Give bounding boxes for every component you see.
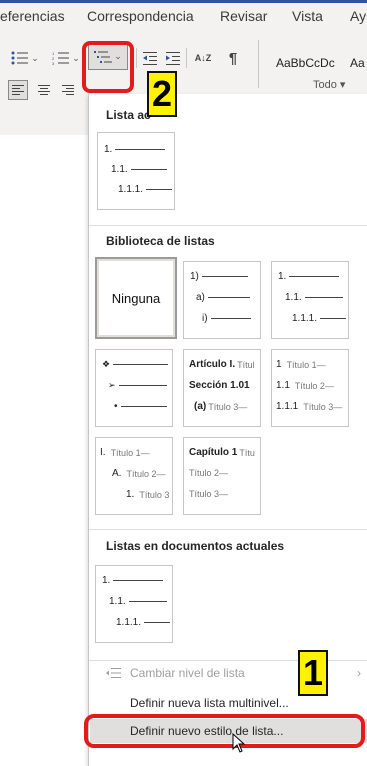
current-list-thumbnail[interactable]: 1. 1.1. 1.1.1. [97,132,175,210]
list-library-item-none[interactable]: Ninguna [95,257,177,339]
list-level-line: ❖ [102,359,169,370]
align-center-icon [38,85,50,95]
chevron-right-icon: › [357,666,361,680]
list-level-line: Sección 1.01 [189,380,250,391]
tab-ayuda[interactable]: Ay [350,8,366,24]
list-level-line: Capítulo 1 Títu [189,447,255,458]
list-level-line: Título 2— [189,468,229,478]
list-level-line: 1) [190,271,248,282]
list-level-line: 1.1.1. [292,313,347,324]
list-level-line: • [114,401,167,412]
toolbar-divider [136,48,137,68]
tab-correspondencia[interactable]: Correspondencia [87,8,194,24]
list-library-title: Biblioteca de listas [106,234,215,248]
define-multilevel-list-label: Definir nueva lista multinivel... [130,696,289,710]
increase-indent-icon [166,52,180,65]
list-none-label: Ninguna [111,290,161,306]
tab-revisar[interactable]: Revisar [220,8,267,24]
list-level-line: 1. [102,575,164,586]
decrease-indent-icon [143,52,157,65]
tab-referencias[interactable]: eferencias [0,8,65,24]
list-level-line: i) [202,313,251,324]
change-list-level-label: Cambiar nivel de lista [130,666,245,680]
list-library-item-paren[interactable]: 1) a) i) [183,261,261,339]
mouse-cursor-icon [232,733,246,753]
list-level-line: a) [196,292,250,303]
list-level-line: 1.1 Título 2— [276,380,334,391]
ribbon-tabs: eferencias Correspondencia Revisar Vista… [0,8,367,32]
step-badge-1: 1 [298,650,328,696]
chevron-down-icon: ⌄ [31,52,39,63]
list-library-item-roman[interactable]: I. Título 1— A. Título 2— 1. Título 3 [95,437,173,515]
highlight-define-style-item [84,714,365,748]
styles-filter-label[interactable]: Todo ▾ [313,78,345,91]
list-library-item-article[interactable]: Artículo I. Títul Sección 1.01 (a) Título … [183,349,261,427]
chevron-down-icon: ⌄ [72,52,80,63]
list-level-line: 1.1.1. [116,617,171,628]
list-level-line: 1 Título 1— [276,359,326,370]
list-level-line: Título 3— [189,489,229,499]
align-right-button[interactable] [58,80,78,100]
document-list-thumbnail[interactable]: 1. 1.1. 1.1.1. [95,565,173,643]
change-level-icon [100,667,128,679]
style-normal-preview[interactable]: AaBbCcDc [276,56,335,70]
bullets-button[interactable]: ⌄ [8,48,42,68]
list-level-line: 1. Título 3 [126,489,170,500]
svg-text:3: 3 [52,61,55,65]
decrease-indent-button[interactable] [140,48,160,68]
list-level-line: 1.1. [285,292,343,303]
section-divider [89,225,367,226]
sort-icon: A↓Z [194,52,212,63]
style-next-preview[interactable]: Aa [350,56,365,70]
list-library-item-bullets[interactable]: ❖ ➢ • [95,349,173,427]
step-badge-2: 2 [147,71,177,117]
list-library-item-heading-decimal[interactable]: 1 Título 1— 1.1 Título 2— 1.1.1 Título 3— [271,349,349,427]
list-level-line: ➢ [108,380,167,391]
numbering-icon: 1 2 3 [52,51,70,65]
tab-vista[interactable]: Vista [292,8,323,24]
list-library-item-chapter[interactable]: Capítulo 1 Títu Título 2— Título 3— [183,437,261,515]
document-lists-title: Listas en documentos actuales [106,539,285,553]
list-level-line: 1. [278,271,340,282]
align-center-button[interactable] [34,80,54,100]
toolbar-divider [258,40,259,88]
align-left-button[interactable] [8,80,28,100]
list-level-line: I. Título 1— [100,447,150,458]
current-list-title: Lista ac [106,108,151,122]
list-level-line: A. Título 2— [112,468,166,479]
sort-button[interactable]: A↓Z [190,48,216,68]
increase-indent-button[interactable] [163,48,183,68]
list-level-line: 1.1.1. [118,184,173,195]
list-level-line: 1.1. [109,596,167,607]
highlight-multilevel-button [82,41,134,93]
list-library-item-decimal[interactable]: 1. 1.1. 1.1.1. [271,261,349,339]
align-left-icon [12,85,24,95]
pilcrow-icon: ¶ [228,49,238,67]
numbering-button[interactable]: 1 2 3 ⌄ [48,48,84,68]
align-right-icon [62,85,74,95]
bullets-icon [11,51,29,65]
list-level-line: 1. [104,144,166,155]
list-level-line: Artículo I. Títul [189,359,255,370]
list-level-line: (a) Título 3— [194,401,248,412]
toolbar-divider [186,48,187,68]
list-level-line: 1.1. [111,164,167,175]
section-divider [89,529,367,530]
list-level-line: 1.1.1 Título 3— [276,401,343,412]
ribbon-accent-line [0,0,367,3]
show-formatting-button[interactable]: ¶ [222,48,244,68]
